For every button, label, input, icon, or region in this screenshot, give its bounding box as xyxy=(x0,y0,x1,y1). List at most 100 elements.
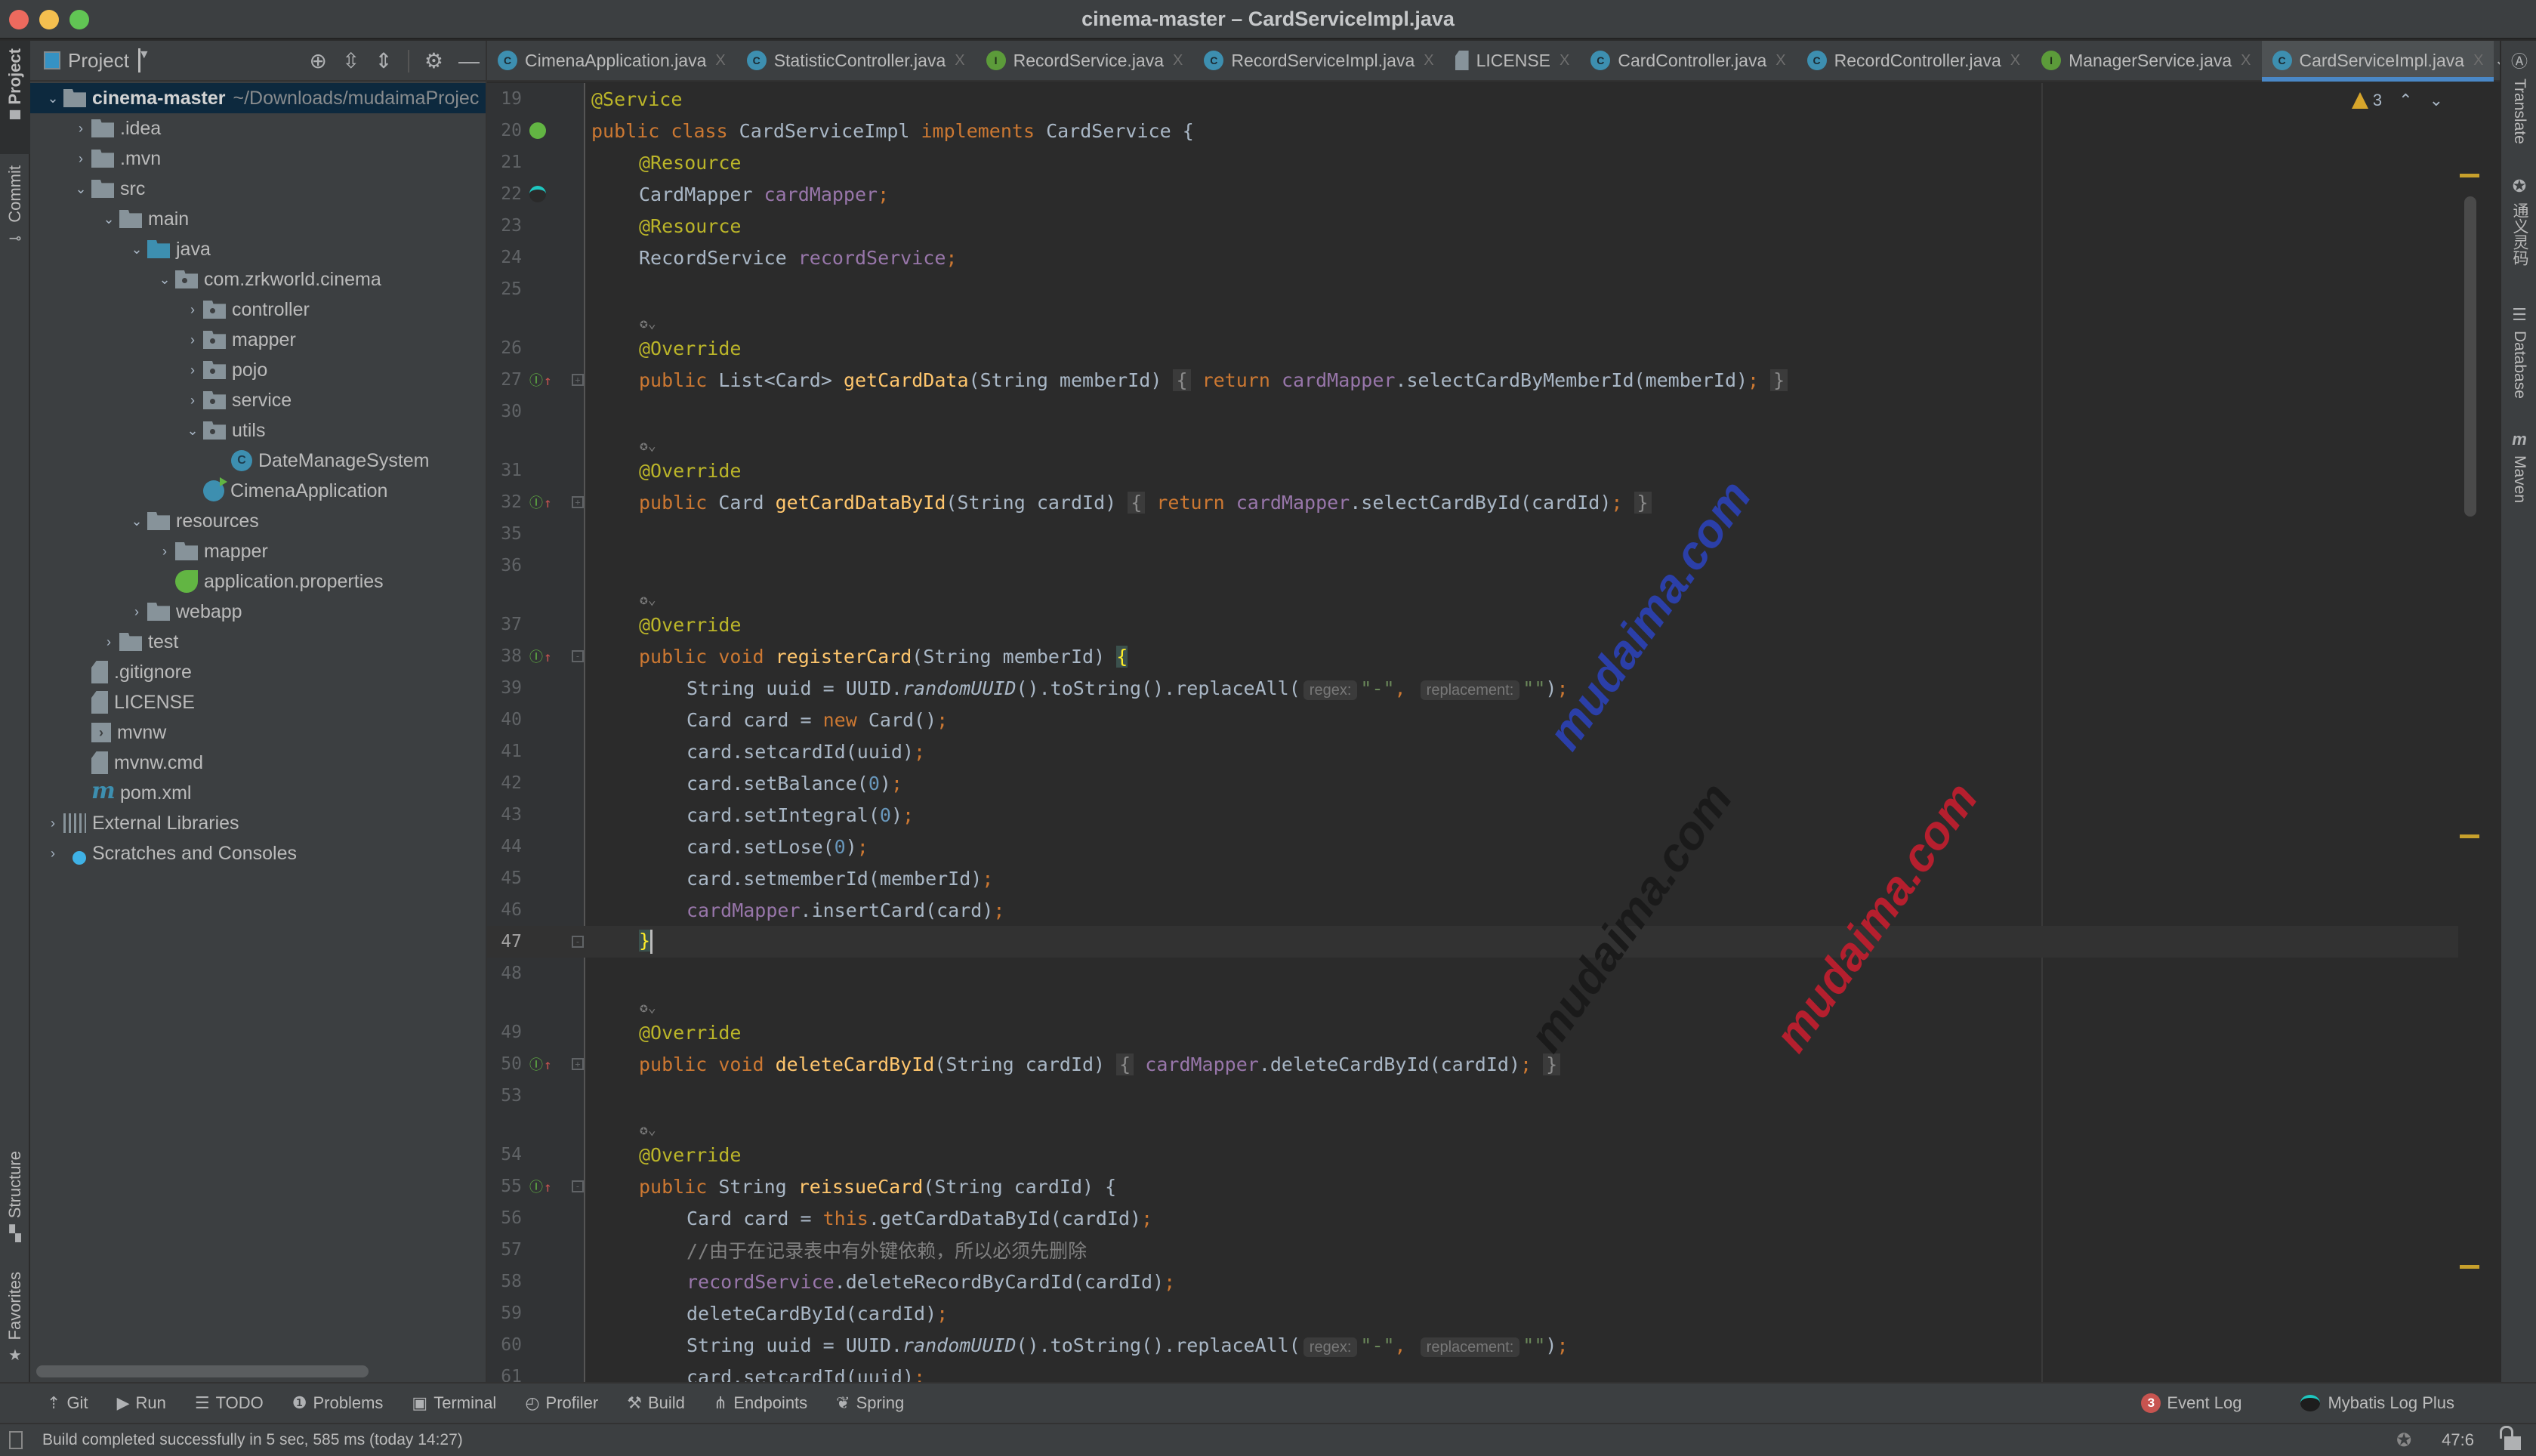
tree-item[interactable]: ⌄ java xyxy=(30,234,486,264)
code-line[interactable]: 61 card.setcardId(uuid); xyxy=(487,1361,2481,1383)
code-line[interactable]: 59 deleteCardById(cardId); xyxy=(487,1297,2481,1329)
chevron-right-icon[interactable]: › xyxy=(98,634,119,650)
tree-item[interactable]: ›.gitignore xyxy=(30,657,486,687)
implements-method-icon[interactable]: Ⓘ xyxy=(529,1054,552,1074)
code-line[interactable]: 21 @Resource xyxy=(487,147,2481,178)
code-line[interactable]: 45 card.setmemberId(memberId); xyxy=(487,862,2481,894)
close-tab-icon[interactable]: X xyxy=(1560,52,1569,69)
close-tab-icon[interactable]: X xyxy=(2010,52,2020,69)
project-view-selector[interactable]: Project xyxy=(68,49,129,72)
expand-all-icon[interactable]: ⇳ xyxy=(342,48,359,73)
code-line[interactable]: 36 xyxy=(487,550,2481,581)
chevron-right-icon[interactable]: › xyxy=(42,816,63,831)
tree-item[interactable]: ⌄ src xyxy=(30,174,486,204)
tree-item[interactable]: ››mvnw xyxy=(30,717,486,748)
tree-item[interactable]: ›application.properties xyxy=(30,566,486,597)
chevron-right-icon[interactable]: › xyxy=(182,332,203,348)
event-log-button[interactable]: 3 Event Log xyxy=(2141,1393,2241,1413)
code-line[interactable]: 46 cardMapper.insertCard(card); xyxy=(487,894,2481,926)
tree-item[interactable]: › mapper xyxy=(30,325,486,355)
unlock-icon[interactable] xyxy=(2500,1426,2521,1450)
inspection-widget[interactable]: 3 ⌃ ⌄ xyxy=(2351,91,2443,110)
code-line[interactable]: 22 CardMapper cardMapper; xyxy=(487,178,2481,210)
vertical-scrollbar[interactable] xyxy=(2458,83,2481,1382)
ai-status-icon[interactable]: ✪ xyxy=(2396,1430,2411,1451)
tree-item[interactable]: ›CDateManageSystem xyxy=(30,446,486,476)
chevron-down-icon[interactable]: ▼ xyxy=(137,48,150,72)
tree-item[interactable]: ⌄ com.zrkworld.cinema xyxy=(30,264,486,295)
tree-item[interactable]: › mapper xyxy=(30,536,486,566)
close-tab-icon[interactable]: X xyxy=(955,52,964,69)
tool-tab-project[interactable]: Project ▀ xyxy=(0,41,30,154)
implements-method-icon[interactable]: Ⓘ xyxy=(529,492,552,512)
tool-tab-translate[interactable]: Ⓐ Translate xyxy=(2501,48,2536,144)
code-line[interactable]: 40 Card card = new Card(); xyxy=(487,704,2481,736)
tree-item[interactable]: ⌄ utils xyxy=(30,415,486,446)
close-tab-icon[interactable]: X xyxy=(1424,52,1433,69)
chevron-down-icon[interactable]: ⌄ xyxy=(182,423,203,439)
tool-tab-commit[interactable]: Commit ⊸ xyxy=(0,158,30,248)
code-line[interactable]: 54 @Override xyxy=(487,1139,2481,1171)
tree-item[interactable]: ⌄ main xyxy=(30,204,486,234)
chevron-right-icon[interactable]: › xyxy=(182,302,203,318)
chevron-right-icon[interactable]: › xyxy=(182,362,203,378)
previous-highlight-icon[interactable]: ⌃ xyxy=(2399,91,2412,110)
warning-stripe-mark[interactable] xyxy=(2460,834,2479,838)
code-line[interactable]: 41 card.setcardId(uuid); xyxy=(487,736,2481,767)
code-line[interactable]: 48 xyxy=(487,958,2481,989)
tool-tab-database[interactable]: ☰ Database xyxy=(2501,305,2536,399)
gear-icon[interactable]: ⚙ xyxy=(424,48,443,73)
tree-item[interactable]: ›CimenaApplication xyxy=(30,476,486,506)
tool-windows-toggle-icon[interactable] xyxy=(9,1431,23,1449)
tree-item[interactable]: › .idea xyxy=(30,113,486,143)
chevron-down-icon[interactable]: ⌄ xyxy=(126,242,147,258)
code-line[interactable]: 50 Ⓘ + public void deleteCardById(String ca… xyxy=(487,1048,2481,1080)
status-message[interactable]: Build completed successfully in 5 sec, 5… xyxy=(42,1431,463,1449)
collapse-all-icon[interactable]: ⇕ xyxy=(375,48,392,73)
tool-tab-ai-assistant[interactable]: ✪ 通义灵码 xyxy=(2501,177,2536,266)
close-tab-icon[interactable]: X xyxy=(715,52,725,69)
tool-window-button-profiler[interactable]: ◴ Profiler xyxy=(525,1393,598,1413)
cursor-position[interactable]: 47:6 xyxy=(2442,1430,2474,1450)
chevron-down-icon[interactable]: ⌄ xyxy=(42,91,63,106)
code-line[interactable]: 32 Ⓘ + public Card getCardDataById(String c… xyxy=(487,486,2481,518)
close-tab-icon[interactable]: X xyxy=(2473,52,2483,69)
code-line[interactable]: 57 //由于在记录表中有外键依赖，所以必须先删除 xyxy=(487,1234,2481,1266)
chevron-down-icon[interactable]: ⌄ xyxy=(126,514,147,529)
tool-window-button-build[interactable]: ⚒ Build xyxy=(627,1393,685,1413)
chevron-right-icon[interactable]: › xyxy=(154,544,175,560)
close-tab-icon[interactable]: X xyxy=(1776,52,1785,69)
mybatis-log-button[interactable]: Mybatis Log Plus xyxy=(2300,1393,2454,1413)
chevron-right-icon[interactable]: › xyxy=(70,151,91,167)
code-line[interactable]: 58 recordService.deleteRecordByCardId(car… xyxy=(487,1266,2481,1297)
code-line[interactable]: 44 card.setLose(0); xyxy=(487,831,2481,862)
code-line[interactable]: 20 public class CardServiceImpl implement… xyxy=(487,115,2481,147)
code-line[interactable]: 43 card.setIntegral(0); xyxy=(487,799,2481,831)
code-line[interactable]: 55 Ⓘ - public String reissueCard(String car… xyxy=(487,1171,2481,1202)
tool-tab-maven[interactable]: m Maven xyxy=(2501,430,2536,503)
next-highlight-icon[interactable]: ⌄ xyxy=(2430,91,2443,110)
editor-tab[interactable]: C CardController.java X xyxy=(1580,41,1796,80)
editor-tab[interactable]: C CardServiceImpl.java X xyxy=(2261,41,2494,82)
code-line[interactable]: 30 xyxy=(487,396,2481,427)
editor-tab[interactable]: C RecordServiceImpl.java X xyxy=(1193,41,1444,80)
warning-stripe-mark[interactable] xyxy=(2460,1265,2479,1269)
chevron-down-icon[interactable]: ⌄ xyxy=(70,181,91,197)
chevron-down-icon[interactable]: ⌄ xyxy=(154,272,175,288)
tool-window-button-terminal[interactable]: ▣ Terminal xyxy=(412,1393,496,1413)
code-line[interactable]: 38 Ⓘ - public void registerCard(String memb… xyxy=(487,640,2481,672)
code-line[interactable]: 27 Ⓘ + public List<Card> getCardData(String… xyxy=(487,364,2481,396)
code-line[interactable]: 60 String uuid = UUID.randomUUID().toStri… xyxy=(487,1329,2481,1361)
implements-method-icon[interactable]: Ⓘ xyxy=(529,646,552,666)
horizontal-scrollbar[interactable] xyxy=(36,1365,369,1377)
chevron-right-icon[interactable]: › xyxy=(70,121,91,137)
code-line[interactable]: 23 @Resource xyxy=(487,210,2481,242)
tool-tab-structure[interactable]: Structure ▚ xyxy=(0,1151,30,1264)
tree-item[interactable]: › .mvn xyxy=(30,143,486,174)
close-tab-icon[interactable]: X xyxy=(2241,52,2251,69)
code-line[interactable]: 37 @Override xyxy=(487,609,2481,640)
editor-tab[interactable]: C CimenaApplication.java X xyxy=(487,41,736,80)
tool-window-button-git[interactable]: ⇡ Git xyxy=(47,1393,88,1413)
code-line[interactable]: 49 @Override xyxy=(487,1016,2481,1048)
tool-window-button-todo[interactable]: ☰ TODO xyxy=(195,1393,264,1413)
